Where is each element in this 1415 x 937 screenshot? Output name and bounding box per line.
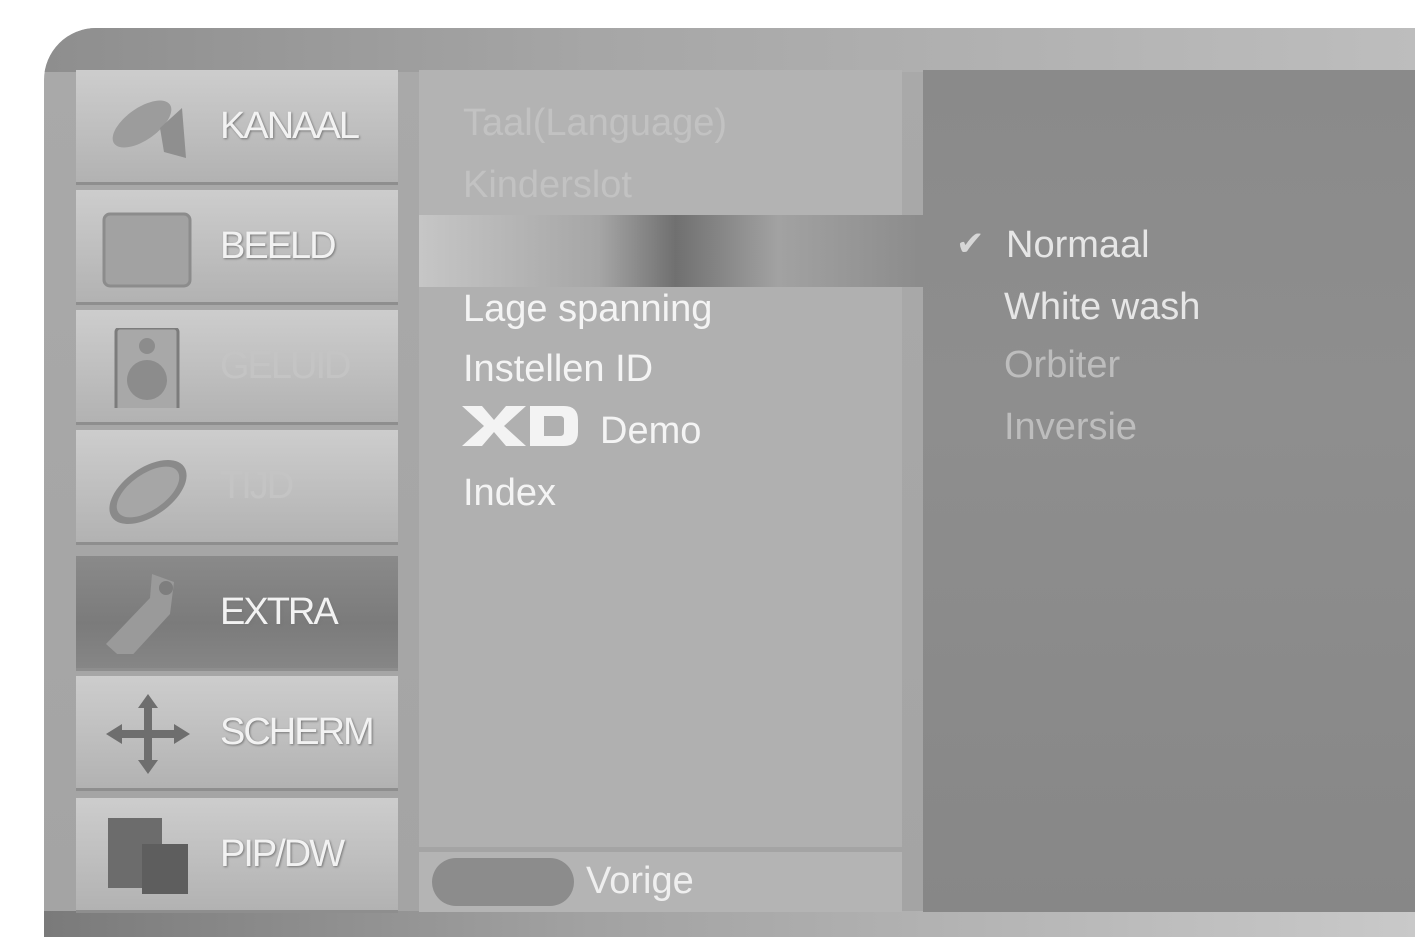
sidebar-item-label: GELUID xyxy=(220,345,351,387)
back-button-label: Vorige xyxy=(586,860,694,902)
clock-icon xyxy=(109,460,187,524)
sidebar-item-label: BEELD xyxy=(220,225,337,267)
menu-item-lage-spanning[interactable]: Lage spanning xyxy=(463,288,712,331)
sidebar-item-label: PIP/DW xyxy=(220,833,345,875)
sidebar-item-label: EXTRA xyxy=(220,591,339,633)
picture-icon xyxy=(102,212,192,288)
menu-item-instellen-id[interactable]: Instellen ID xyxy=(463,348,653,391)
menu-item-kinderslot[interactable]: Kinderslot xyxy=(463,164,632,207)
sidebar-item-beeld[interactable]: BEELD xyxy=(76,190,398,305)
menu-item-language[interactable]: Taal(Language) xyxy=(463,102,727,145)
speaker-icon xyxy=(114,328,180,408)
back-button-icon[interactable] xyxy=(432,858,574,906)
option-orbiter[interactable]: Orbiter xyxy=(1004,344,1120,387)
checkmark-icon: ✔ xyxy=(956,225,985,263)
sidebar-item-extra[interactable]: EXTRA xyxy=(76,556,398,671)
option-normaal[interactable]: Normaal xyxy=(1006,224,1150,267)
menu-item-demo[interactable]: Demo xyxy=(600,410,701,453)
options-panel xyxy=(923,70,1415,912)
xd-logo-icon xyxy=(462,406,578,446)
sidebar-item-label: KANAAL xyxy=(220,105,360,147)
sidebar-item-label: SCHERM xyxy=(220,711,375,753)
option-white-wash[interactable]: White wash xyxy=(1004,286,1200,329)
sidebar-item-kanaal[interactable]: KANAAL xyxy=(76,70,398,185)
pip-icon xyxy=(108,818,188,894)
satellite-dish-icon xyxy=(112,100,186,158)
sidebar-item-pipdw[interactable]: PIP/DW xyxy=(76,798,398,913)
submenu-highlight-bar[interactable] xyxy=(419,215,932,287)
sidebar-item-label: TIJD xyxy=(220,465,294,507)
sidebar-item-tijd[interactable]: TIJD xyxy=(76,430,398,545)
menu-item-index[interactable]: Index xyxy=(463,472,556,515)
option-inversie[interactable]: Inversie xyxy=(1004,406,1137,449)
sidebar-item-geluid[interactable]: GELUID xyxy=(76,310,398,425)
sidebar-item-scherm[interactable]: SCHERM xyxy=(76,676,398,791)
main-menu-sidebar: KANAAL BEELD GELUID TIJD EXTRA SCHERM PI… xyxy=(76,70,398,913)
tag-icon xyxy=(106,574,174,654)
move-arrows-icon xyxy=(106,694,190,774)
